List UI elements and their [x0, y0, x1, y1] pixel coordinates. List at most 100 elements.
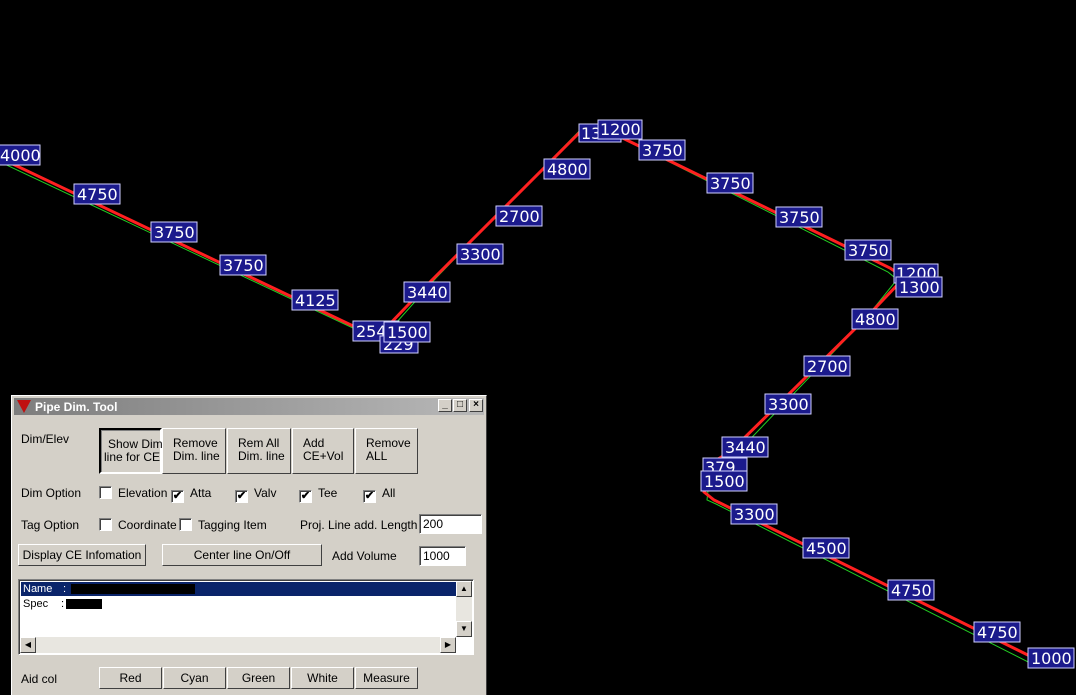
dim-label[interactable]: 4750	[73, 183, 121, 205]
proj-line-length-label: Proj. Line add. Length	[300, 518, 418, 532]
aid-white-button[interactable]: White	[291, 667, 354, 689]
center-line-toggle-button[interactable]: Center line On/Off	[162, 544, 322, 566]
checkbox-label: Valv	[254, 486, 277, 500]
checkbox-box: ✔	[171, 490, 184, 503]
dim-label-text: 4800	[855, 310, 896, 329]
dim-label[interactable]: 3750	[844, 239, 892, 261]
scroll-down-arrow-icon[interactable]: ▼	[456, 621, 472, 637]
dim-label-text: 2700	[807, 357, 848, 376]
add-volume-label: Add Volume	[332, 549, 397, 563]
dim-label-text: 1500	[704, 472, 745, 491]
vertical-scrollbar[interactable]: ▲ ▼	[456, 581, 472, 637]
dim-label[interactable]: 3750	[219, 254, 267, 276]
dim-label[interactable]: 1500	[700, 470, 748, 492]
dim-label[interactable]: 2700	[495, 205, 543, 227]
button-line: line for CE	[104, 450, 161, 464]
aid-red-button[interactable]: Red	[99, 667, 162, 689]
minimize-button[interactable]: _	[438, 399, 452, 412]
dim-label-text: 1500	[387, 323, 428, 342]
aid-cyan-button[interactable]: Cyan	[163, 667, 226, 689]
redacted-value	[66, 599, 102, 609]
dim-label-text: 1200	[600, 120, 641, 139]
dim-label[interactable]: 4500	[802, 537, 850, 559]
checkbox-box	[179, 518, 192, 531]
dim-label[interactable]: 3750	[150, 221, 198, 243]
remove-all-dim-line-button[interactable]: Rem All Dim. line	[227, 428, 291, 474]
pipe-dim-tool-dialog: Pipe Dim. Tool _ □ × Dim/Elev Show Dim. …	[11, 395, 487, 695]
maximize-button[interactable]: □	[453, 399, 467, 412]
dialog-title: Pipe Dim. Tool	[35, 400, 118, 414]
dim-label[interactable]: 4750	[973, 621, 1021, 643]
checkbox-box: ✔	[299, 490, 312, 503]
dim-label[interactable]: 4750	[887, 579, 935, 601]
dim-label-text: 2700	[499, 207, 540, 226]
dim-label-text: 3300	[460, 245, 501, 264]
dim-label[interactable]: 3750	[638, 139, 686, 161]
all-checkbox[interactable]: ✔ All	[363, 486, 395, 503]
dim-label-text: 4800	[547, 160, 588, 179]
scroll-right-arrow-icon[interactable]: ▶	[440, 637, 456, 653]
coordinate-checkbox[interactable]: Coordinate	[99, 518, 177, 532]
checkbox-label: Tagging Item	[198, 518, 267, 532]
dim-label-text: 3750	[848, 241, 889, 260]
scroll-left-arrow-icon[interactable]: ◀	[20, 637, 36, 653]
dim-label[interactable]: 1200	[597, 119, 643, 140]
dim-label[interactable]: 1000	[1027, 647, 1075, 669]
tag-option-label: Tag Option	[21, 518, 80, 532]
list-key: Spec	[23, 598, 49, 610]
dim-label[interactable]: 4800	[543, 158, 591, 180]
list-item-spec[interactable]: Spec :	[21, 597, 457, 611]
dim-label-text: 4750	[977, 623, 1018, 642]
redacted-value	[71, 584, 195, 594]
valv-checkbox[interactable]: ✔ Valv	[235, 486, 276, 503]
list-item-name[interactable]: Name :	[21, 582, 457, 596]
dim-label[interactable]: 1300	[895, 276, 943, 298]
title-bar[interactable]: Pipe Dim. Tool _ □ ×	[14, 398, 484, 415]
proj-line-length-input[interactable]: 200	[419, 514, 482, 534]
tee-checkbox[interactable]: ✔ Tee	[299, 486, 337, 503]
display-ce-information-button[interactable]: Display CE Infomation	[18, 544, 146, 566]
tagging-item-checkbox[interactable]: Tagging Item	[179, 518, 267, 532]
dim-label[interactable]: 3440	[403, 281, 451, 303]
remove-all-button[interactable]: Remove ALL	[355, 428, 418, 474]
checkbox-box	[99, 518, 112, 531]
dim-label[interactable]: 3300	[456, 243, 504, 265]
dim-label-text: 3300	[768, 395, 809, 414]
dim-label[interactable]: 3300	[730, 503, 778, 525]
add-ce-vol-button[interactable]: Add CE+Vol	[292, 428, 354, 474]
close-button[interactable]: ×	[469, 399, 483, 412]
checkbox-box	[99, 486, 112, 499]
dim-label[interactable]: 4800	[851, 308, 899, 330]
dim-label-text: 4500	[806, 539, 847, 558]
elevation-checkbox[interactable]: Elevation	[99, 486, 167, 500]
dim-label[interactable]: 3440	[721, 436, 769, 458]
scroll-up-arrow-icon[interactable]: ▲	[456, 581, 472, 597]
ce-info-list[interactable]: Name : Spec : ▲ ▼ ◀ ▶	[18, 579, 474, 655]
aid-green-button[interactable]: Green	[227, 667, 290, 689]
button-line: Dim. line	[173, 449, 220, 463]
dim-label[interactable]: 2700	[803, 355, 851, 377]
dim-label[interactable]: 3300	[764, 393, 812, 415]
remove-dim-line-button[interactable]: Remove Dim. line	[162, 428, 226, 474]
dim-label[interactable]: 3750	[706, 172, 754, 194]
checkbox-label: Atta	[190, 486, 212, 500]
dim-label-text: 3750	[710, 174, 751, 193]
button-line: ALL	[366, 449, 388, 463]
atta-checkbox[interactable]: ✔ Atta	[171, 486, 211, 503]
dim-label[interactable]: 3750	[775, 206, 823, 228]
dim-label[interactable]: 1500	[383, 321, 431, 343]
dim-label-text: 1000	[1031, 649, 1072, 668]
add-volume-input[interactable]: 1000	[419, 546, 466, 566]
show-dim-line-button[interactable]: Show Dim. line for CE	[99, 428, 166, 474]
list-separator: :	[63, 583, 67, 595]
app-icon	[17, 400, 31, 413]
checkbox-label: Elevation	[118, 486, 168, 500]
dim-label[interactable]: 4000	[0, 144, 41, 166]
list-separator: :	[61, 598, 65, 610]
dim-label-text: 3750	[779, 208, 820, 227]
dim-label[interactable]: 4125	[291, 289, 339, 311]
horizontal-scrollbar[interactable]: ◀ ▶	[20, 637, 456, 653]
dim-label-text: 4000	[0, 146, 41, 165]
button-line: CE+Vol	[303, 449, 344, 463]
aid-measure-button[interactable]: Measure	[355, 667, 418, 689]
